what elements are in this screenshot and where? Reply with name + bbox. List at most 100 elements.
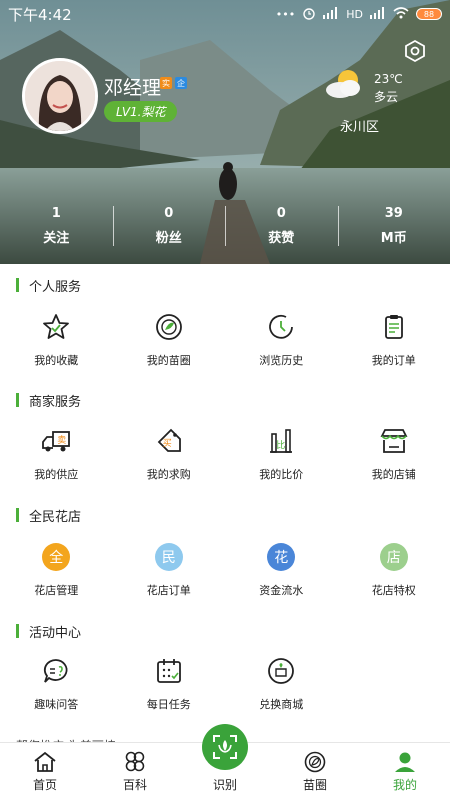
question-bubble-icon (39, 654, 73, 688)
status-bar: 下午4:42 ••• HD 88 (0, 0, 450, 28)
price-tag-icon: 买 (152, 424, 186, 458)
stats-row: 1 关注 0 粉丝 0 获赞 39 M币 (0, 200, 450, 252)
storefront-icon (377, 424, 411, 458)
gift-circle-icon (264, 654, 298, 688)
item-label: 资金流水 (259, 584, 304, 597)
stat-label: 关注 (43, 231, 70, 246)
tab-home[interactable]: 首页 (0, 743, 90, 800)
browse-history-item[interactable]: 浏览历史 (225, 310, 338, 368)
user-name: 邓经理 (104, 77, 162, 99)
tab-encyclopedia[interactable]: 百科 (90, 743, 180, 800)
stat-number: 39 (384, 206, 403, 221)
shop-manage-item[interactable]: 全 花店管理 (0, 540, 113, 598)
avatar[interactable] (22, 58, 98, 134)
stat-number: 0 (164, 206, 174, 221)
flower-shop-grid: 全 花店管理 民 花店订单 花 资金流水 店 花店特权 (0, 540, 450, 598)
my-orders-item[interactable]: 我的订单 (338, 310, 450, 368)
item-label: 浏览历史 (259, 354, 304, 367)
status-icons: ••• HD 88 (276, 6, 442, 23)
daily-task-item[interactable]: 每日任务 (113, 654, 226, 712)
item-label: 花店管理 (34, 584, 79, 597)
stat-label: 粉丝 (155, 231, 182, 246)
item-label: 我的比价 (259, 468, 304, 481)
weather-widget[interactable]: 23℃ 多云 永川区 (322, 66, 432, 136)
item-label: 兑换商城 (259, 698, 304, 711)
item-label: 我的苗圈 (146, 354, 191, 367)
clover-icon (125, 751, 145, 772)
merchant-services-grid: 卖 我的供应 买 我的求购 比 我的比价 我的店铺 (0, 424, 450, 482)
weather-condition: 多云 (374, 90, 399, 104)
signal-icon (323, 6, 339, 22)
item-label: 我的收藏 (34, 354, 79, 367)
home-icon (34, 751, 56, 772)
settings-hexagon-icon[interactable] (400, 36, 430, 66)
profile-header: 下午4:42 ••• HD 88 邓经理 实 企 LV1.梨花 23℃ 多云 永… (0, 0, 450, 264)
buy-glyph: 买 (162, 439, 172, 449)
my-shop-item[interactable]: 我的店铺 (338, 424, 450, 482)
stat-number: 1 (51, 206, 61, 221)
compare-glyph: 比 (276, 441, 286, 451)
district-name: 永川区 (340, 120, 380, 135)
alarm-icon (302, 6, 316, 23)
tab-label: 苗圈 (302, 778, 327, 792)
identify-scan-button[interactable] (202, 724, 248, 770)
my-favorites-item[interactable]: 我的收藏 (0, 310, 113, 368)
seedling-circle-icon (152, 310, 186, 344)
status-time: 下午4:42 (8, 5, 72, 24)
delivery-truck-icon: 卖 (39, 424, 73, 458)
my-circle-item[interactable]: 我的苗圈 (113, 310, 226, 368)
supply-glyph: 卖 (57, 436, 67, 446)
clock-history-icon (264, 310, 298, 344)
quan-circle-icon: 全 (42, 543, 71, 571)
my-supply-item[interactable]: 卖 我的供应 (0, 424, 113, 482)
stat-follow[interactable]: 1 关注 (0, 200, 113, 252)
wifi-icon (393, 6, 409, 22)
fund-flow-item[interactable]: 花 资金流水 (225, 540, 338, 598)
section-title-flower-shop: 全民花店 (16, 506, 81, 525)
tab-mine[interactable]: 我的 (360, 743, 450, 800)
verification-badges: 实 企 (160, 77, 187, 89)
item-label: 我的求购 (146, 468, 191, 481)
tab-nursery-circle[interactable]: 苗圈 (270, 743, 360, 800)
avatar-portrait-image (25, 61, 95, 131)
profile-page: 下午4:42 ••• HD 88 邓经理 实 企 LV1.梨花 23℃ 多云 永… (0, 0, 450, 800)
cloudy-sun-icon (326, 70, 360, 98)
stat-number: 0 (276, 206, 286, 221)
level-badge[interactable]: LV1.梨花 (104, 101, 178, 122)
notification-dots: ••• (275, 7, 296, 21)
stat-label: M币 (380, 231, 407, 246)
my-purchase-item[interactable]: 买 我的求购 (113, 424, 226, 482)
real-name-badge: 实 (160, 77, 172, 89)
calendar-icon (152, 654, 186, 688)
section-title-personal: 个人服务 (16, 276, 81, 295)
min-circle-icon: 民 (154, 543, 183, 571)
stat-coins[interactable]: 39 M币 (337, 200, 450, 252)
enterprise-badge: 企 (175, 77, 187, 89)
star-icon (39, 310, 73, 344)
tab-label: 识别 (212, 778, 237, 792)
dian-circle-icon: 店 (379, 543, 408, 571)
flower-scan-icon (213, 735, 237, 759)
exchange-mall-item[interactable]: 兑换商城 (225, 654, 338, 712)
my-compare-item[interactable]: 比 我的比价 (225, 424, 338, 482)
stat-fans[interactable]: 0 粉丝 (112, 200, 226, 252)
shop-orders-item[interactable]: 民 花店订单 (113, 540, 226, 598)
item-label: 趣味问答 (34, 698, 79, 711)
item-label: 我的店铺 (371, 468, 416, 481)
section-title-activity: 活动中心 (16, 622, 81, 641)
activity-grid: 趣味问答 每日任务 兑换商城 (0, 654, 450, 712)
seedling-circle-icon (304, 751, 326, 773)
tab-label: 百科 (122, 778, 147, 792)
temperature: 23℃ (374, 72, 403, 86)
stat-likes[interactable]: 0 获赞 (225, 200, 338, 252)
bar-compare-icon: 比 (264, 424, 298, 458)
item-label: 每日任务 (146, 698, 191, 711)
tab-label: 我的 (392, 778, 417, 792)
hua-circle-icon: 花 (267, 543, 296, 571)
stat-label: 获赞 (268, 231, 295, 246)
quiz-item[interactable]: 趣味问答 (0, 654, 113, 712)
shop-privileges-item[interactable]: 店 花店特权 (338, 540, 450, 598)
item-label: 花店特权 (371, 584, 416, 597)
item-label: 花店订单 (146, 584, 191, 597)
network-hd-label: HD (346, 7, 363, 21)
